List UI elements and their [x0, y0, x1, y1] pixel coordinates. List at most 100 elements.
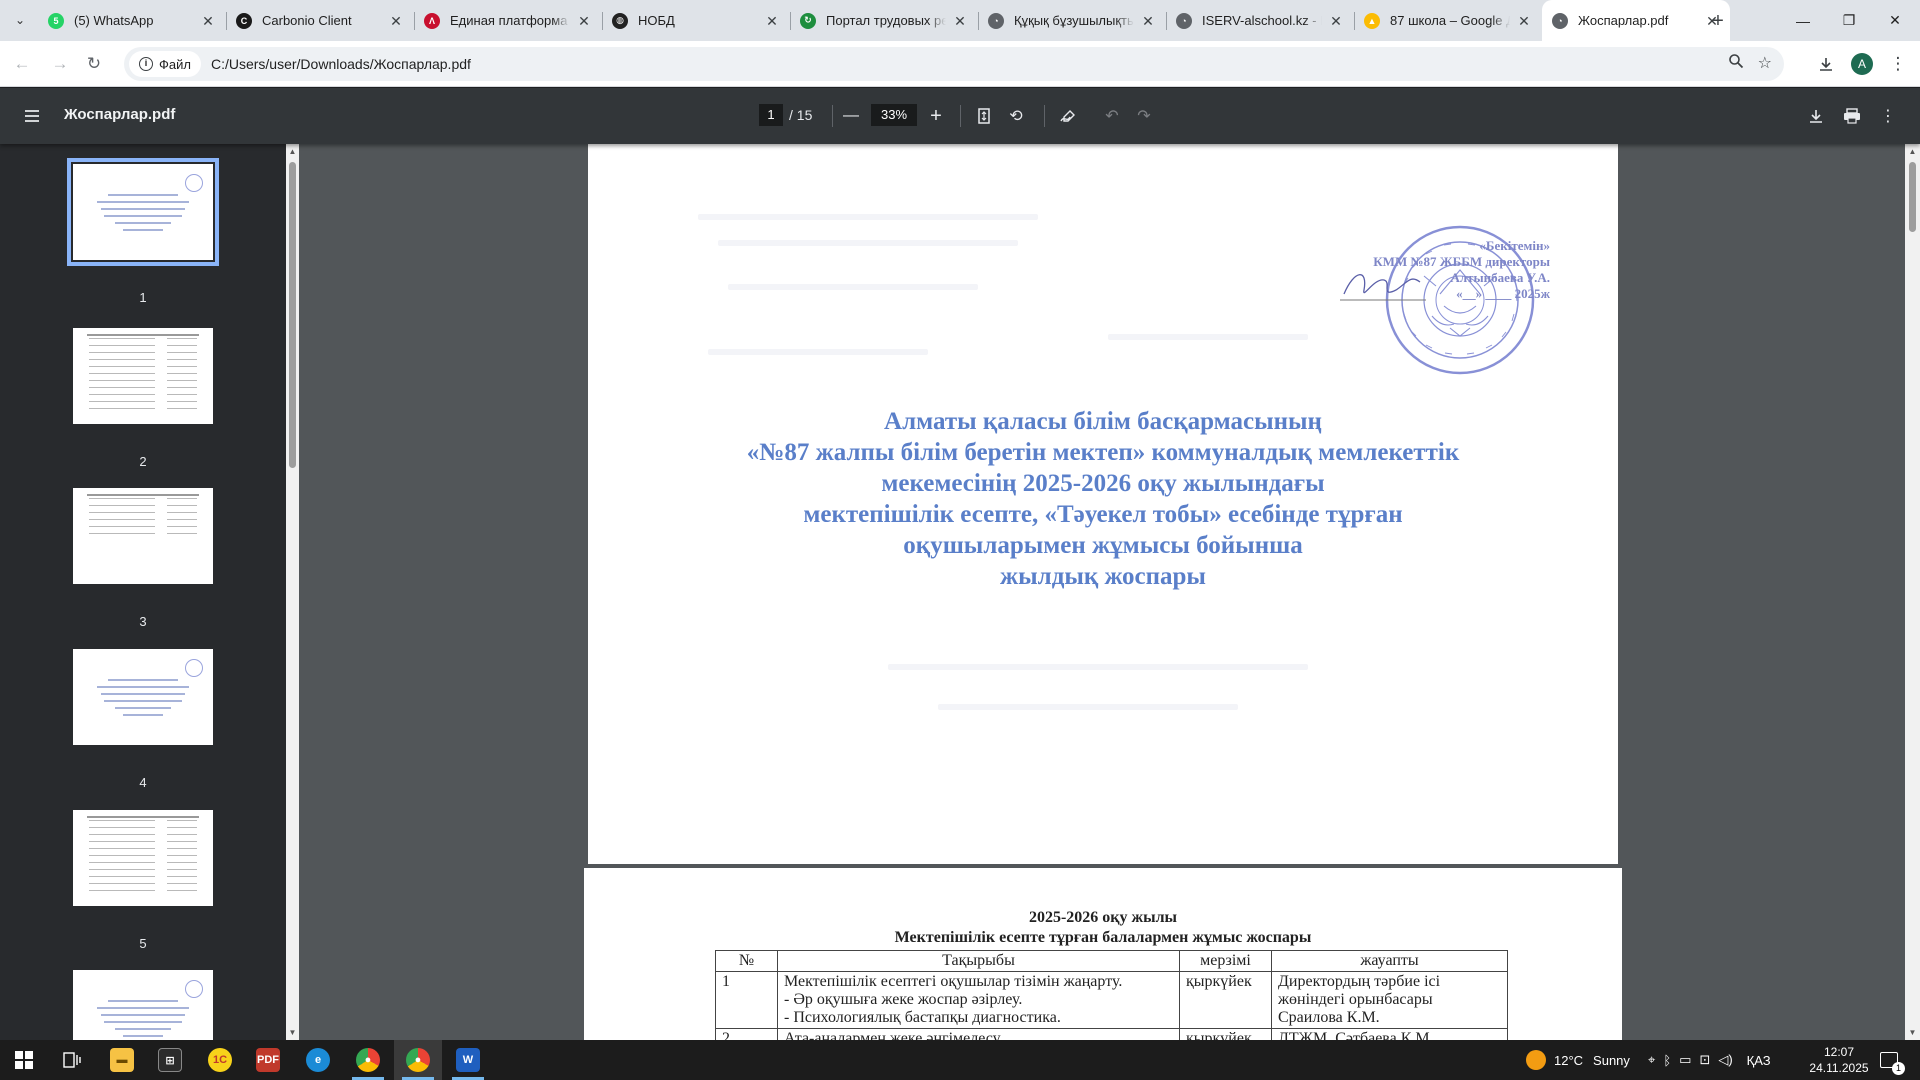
forward-arrow-icon[interactable]: →: [46, 50, 74, 78]
volume-icon[interactable]: ◁): [1718, 1052, 1732, 1068]
system-clock[interactable]: 12:07 24.11.2025: [1804, 1044, 1874, 1076]
approval-block: «Бекітемін» КММ №87 ЖББМ директоры Алтынба…: [1340, 238, 1550, 302]
page-thumbnail[interactable]: [73, 649, 213, 745]
globe-icon: ◍: [612, 12, 628, 29]
page2-heading: 2025-2026 оқу жылы Мектепішілік есепте т…: [584, 908, 1622, 948]
page-thumbnail[interactable]: [73, 970, 213, 1040]
restore-button[interactable]: ❐: [1826, 0, 1872, 41]
browser-tab[interactable]: ◔ ISERV-alschool.kz - П ✕: [1166, 0, 1354, 41]
sidebar-scroll-thumb[interactable]: [289, 162, 296, 468]
thumbnail-page-number: 1: [139, 290, 147, 305]
new-tab-button[interactable]: +: [1704, 8, 1732, 36]
tab-search-chevron-icon[interactable]: ⌄: [8, 8, 32, 32]
task-view-button[interactable]: [48, 1040, 96, 1080]
taskbar-chrome-profile-1[interactable]: ●: [344, 1040, 392, 1080]
print-icon[interactable]: [1838, 102, 1866, 130]
zoom-input[interactable]: 33%: [871, 104, 917, 126]
document-viewport[interactable]: «Бекітемін» КММ №87 ЖББМ директоры Алтынба…: [299, 144, 1905, 1040]
sidebar-scrollbar[interactable]: ▲ ▼: [286, 144, 299, 1040]
browser-tab[interactable]: ◍ НОБД ✕: [602, 0, 790, 41]
zoom-magnifier-icon[interactable]: [1728, 53, 1744, 74]
browser-menu-icon[interactable]: ⋮: [1884, 50, 1912, 78]
taskbar-store[interactable]: ⊞: [146, 1040, 194, 1080]
scroll-down-arrow-icon[interactable]: ▼: [1908, 1028, 1917, 1037]
toolbar-divider: [1044, 105, 1045, 127]
taskbar-1c[interactable]: 1C: [196, 1040, 244, 1080]
address-bar[interactable]: i Файл C:/Users/user/Downloads/Жоспарлар…: [124, 47, 1784, 81]
page-thumbnail[interactable]: [73, 810, 213, 906]
cell-responsible: ЛТЖМ, Сәтбаева К.М.: [1271, 1028, 1508, 1040]
page-thumbnail[interactable]: [67, 158, 219, 266]
close-tab-icon[interactable]: ✕: [1328, 13, 1344, 29]
scroll-down-arrow-icon[interactable]: ▼: [288, 1028, 297, 1037]
close-tab-icon[interactable]: ✕: [1140, 13, 1156, 29]
close-tab-icon[interactable]: ✕: [764, 13, 780, 29]
profile-avatar[interactable]: A: [1848, 50, 1876, 78]
taskbar-file-explorer[interactable]: ▬: [98, 1040, 146, 1080]
scroll-up-arrow-icon[interactable]: ▲: [1908, 147, 1917, 156]
url-text[interactable]: C:/Users/user/Downloads/Жоспарлар.pdf: [211, 56, 471, 72]
minimize-button[interactable]: —: [1780, 0, 1826, 41]
pdf-more-menu-icon[interactable]: ⋮: [1874, 102, 1902, 130]
thumbnail-page-number: 4: [139, 775, 147, 790]
title-line: Алматы қаласы білім басқармасының: [884, 408, 1322, 435]
location-icon[interactable]: ⌖: [1648, 1052, 1655, 1068]
sidebar-menu-icon[interactable]: [18, 102, 46, 130]
thumb-stamp: [185, 659, 203, 677]
browser-tab[interactable]: ↻ Портал трудовых ре ✕: [790, 0, 978, 41]
page-thumbnail[interactable]: [73, 328, 213, 424]
weather-widget[interactable]: 12°C Sunny: [1526, 1040, 1630, 1080]
back-arrow-icon[interactable]: ←: [8, 50, 36, 78]
fit-page-icon[interactable]: [970, 102, 998, 130]
close-window-button[interactable]: ✕: [1872, 0, 1918, 41]
start-button[interactable]: [0, 1040, 48, 1080]
notification-center-button[interactable]: 1: [1880, 1040, 1905, 1080]
download-pdf-icon[interactable]: [1802, 102, 1830, 130]
browser-tab[interactable]: ◔ Құқық бұзушылықтың ✕: [978, 0, 1166, 41]
platform-icon: Λ: [424, 12, 440, 29]
page-number-input[interactable]: 1: [759, 104, 783, 126]
cell-number: 2: [715, 1028, 778, 1040]
taskbar-edge[interactable]: e: [294, 1040, 342, 1080]
browser-tab[interactable]: Λ Единая платформа п ✕: [414, 0, 602, 41]
document-scroll-thumb[interactable]: [1909, 162, 1916, 232]
clock-date: 24.11.2025: [1809, 1061, 1869, 1075]
reload-icon[interactable]: ↻: [80, 50, 108, 78]
google-drive-icon: ▲: [1364, 12, 1380, 29]
close-tab-icon[interactable]: ✕: [388, 13, 404, 29]
rotate-icon[interactable]: ⟲: [1002, 102, 1030, 130]
browser-tab[interactable]: ◔ Жоспарлар.pdf ✕: [1542, 0, 1730, 41]
chrome-icon: ●: [406, 1048, 430, 1072]
page-thumbnail[interactable]: [73, 488, 213, 584]
language-indicator[interactable]: ҚАЗ: [1747, 1053, 1771, 1068]
scroll-up-arrow-icon[interactable]: ▲: [288, 147, 297, 156]
close-tab-icon[interactable]: ✕: [200, 13, 216, 29]
zoom-out-icon[interactable]: —: [837, 102, 865, 130]
browser-tab[interactable]: 5 (5) WhatsApp ✕: [38, 0, 226, 41]
taskbar-pdf-app[interactable]: PDF: [244, 1040, 292, 1080]
document-scrollbar[interactable]: ▲ ▼: [1905, 144, 1920, 1040]
pdf-app-icon: PDF: [256, 1048, 280, 1072]
zoom-in-icon[interactable]: +: [922, 102, 950, 130]
browser-tab[interactable]: ▲ 87 школа – Google Д ✕: [1354, 0, 1542, 41]
annotate-pen-icon[interactable]: [1054, 102, 1082, 130]
battery-plug-icon[interactable]: ⊡: [1699, 1052, 1710, 1068]
browser-tab[interactable]: C Carbonio Client ✕: [226, 0, 414, 41]
col-header-term: мерзімі: [1179, 950, 1272, 972]
taskbar-word[interactable]: W: [444, 1040, 492, 1080]
page2-subtitle: Мектепішілік есепте тұрған балалармен жұ…: [894, 929, 1312, 946]
redo-icon[interactable]: ↷: [1130, 102, 1158, 130]
taskbar-chrome-profile-2[interactable]: ●: [394, 1040, 442, 1080]
downloads-icon[interactable]: [1812, 50, 1840, 78]
bookmark-star-icon[interactable]: ☆: [1758, 53, 1772, 74]
edge-icon: e: [306, 1048, 330, 1072]
close-tab-icon[interactable]: ✕: [952, 13, 968, 29]
bluetooth-icon[interactable]: ᛒ: [1663, 1053, 1671, 1068]
close-tab-icon[interactable]: ✕: [576, 13, 592, 29]
site-info-chip[interactable]: i Файл: [129, 51, 201, 77]
network-icon[interactable]: ▭: [1679, 1052, 1691, 1068]
title-line: мекемесінің 2025-2026 оқу жылындағы: [881, 470, 1325, 497]
close-tab-icon[interactable]: ✕: [1516, 13, 1532, 29]
undo-icon[interactable]: ↶: [1098, 102, 1126, 130]
tab-title: (5) WhatsApp: [74, 13, 154, 28]
